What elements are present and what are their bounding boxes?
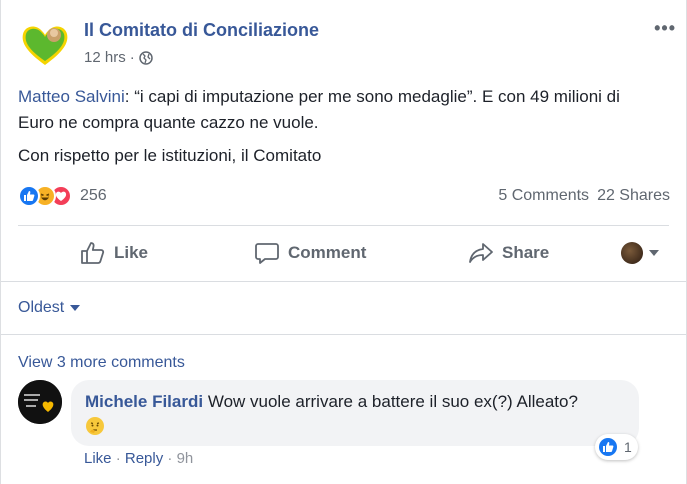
like-label: Like: [114, 243, 149, 262]
comment-button[interactable]: Comment: [254, 241, 366, 265]
share-button[interactable]: Share: [468, 241, 549, 265]
post-time[interactable]: 12 hrs: [84, 49, 126, 66]
comment-time[interactable]: 9h: [177, 450, 194, 467]
comment-text: Wow vuole arrivare a battere il suo ex(?…: [207, 392, 578, 411]
share-arrow-icon: [469, 243, 493, 263]
shares-count[interactable]: 22 Shares: [597, 187, 670, 205]
heart-logo-icon: [17, 19, 73, 71]
comment-bubble-icon: [255, 243, 279, 264]
like-reaction-icon: [18, 185, 40, 207]
share-label: Share: [502, 243, 550, 262]
comment-sort-dropdown[interactable]: Oldest: [18, 299, 81, 317]
action-bar: Like Comment Share: [18, 226, 669, 280]
post-text: Matteo Salvini: “i capi di imputazione p…: [18, 84, 658, 136]
mention-link[interactable]: Matteo Salvini: [18, 87, 125, 106]
thumbs-up-icon: [81, 242, 105, 264]
like-button[interactable]: Like: [80, 241, 148, 265]
view-more-comments-link[interactable]: View 3 more comments: [18, 354, 185, 372]
comment-bubble: Michele Filardi Wow vuole arrivare a bat…: [71, 380, 639, 446]
thinking-face-icon: [86, 416, 104, 435]
user-avatar: [621, 242, 643, 264]
comment-author[interactable]: Michele Filardi: [85, 392, 203, 411]
page-name[interactable]: Il Comitato di Conciliazione: [84, 20, 319, 41]
divider: [1, 281, 686, 282]
comment-reply-link[interactable]: Reply: [125, 450, 163, 467]
comment-label: Comment: [288, 243, 367, 262]
reactions-summary[interactable]: 256: [18, 185, 107, 207]
more-options-button[interactable]: •••: [654, 18, 676, 39]
comment-actions: Like · Reply · 9h: [84, 450, 193, 467]
like-reaction-icon: [599, 438, 617, 456]
globe-icon[interactable]: [138, 50, 153, 65]
divider: [1, 334, 686, 335]
dot-separator: ·: [115, 450, 121, 467]
post-card: Il Comitato di Conciliazione 12 hrs · ••…: [0, 0, 687, 484]
post-text-line2: Con rispetto per le istituzioni, il Comi…: [18, 146, 322, 165]
comment-like-count: 1: [624, 439, 632, 455]
page-avatar[interactable]: [17, 19, 73, 71]
post-as-selector[interactable]: [621, 242, 659, 264]
chevron-down-icon: [70, 305, 81, 311]
comments-count[interactable]: 5 Comments: [498, 187, 589, 205]
dot-separator: ·: [167, 450, 173, 467]
comment-like-link[interactable]: Like: [84, 450, 112, 467]
commenter-avatar[interactable]: [18, 380, 62, 424]
sort-label: Oldest: [18, 299, 65, 316]
comment-reaction-badge[interactable]: 1: [595, 434, 638, 460]
engagement-counts: 5 Comments 22 Shares: [498, 187, 670, 205]
commenter-avatar-icon: [18, 380, 62, 424]
post-meta: 12 hrs ·: [84, 49, 153, 66]
reaction-count[interactable]: 256: [80, 187, 107, 205]
chevron-down-icon: [649, 250, 659, 256]
meta-separator: ·: [129, 49, 135, 66]
